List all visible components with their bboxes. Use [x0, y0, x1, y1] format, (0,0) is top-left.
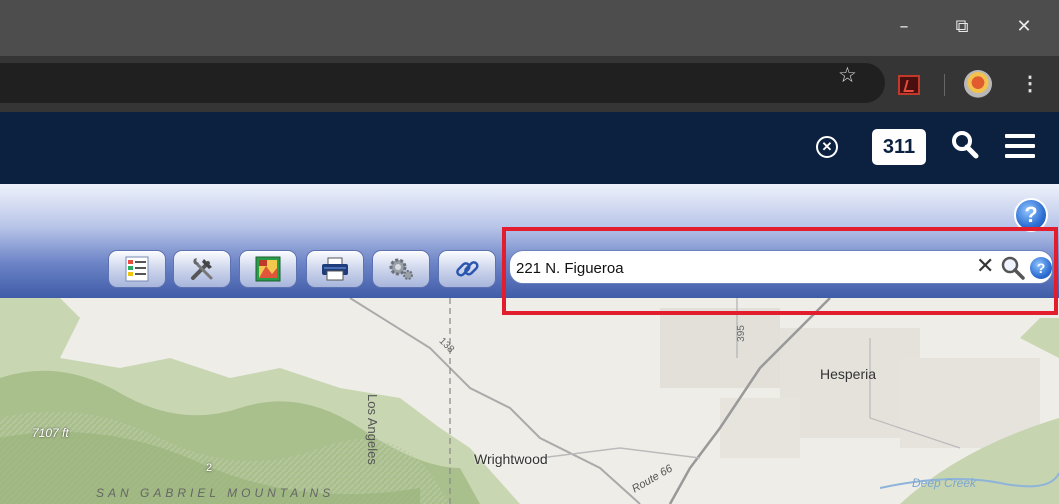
basemap-button[interactable]	[239, 250, 297, 288]
window-minimize-button[interactable]: –	[884, 12, 924, 42]
browser-titlebar: – ⧉ ✕	[0, 0, 1059, 56]
search-help-icon[interactable]: ?	[1030, 257, 1052, 279]
window-close-button[interactable]: ✕	[1004, 12, 1044, 42]
clear-circle-button[interactable]: ✕	[816, 136, 838, 158]
county-label: Los Angeles	[365, 394, 380, 465]
tools-icon	[191, 258, 213, 280]
browser-toolbar: ☆ ⋮	[0, 56, 1059, 112]
layers-list-button[interactable]	[108, 250, 166, 288]
badge-311-button[interactable]: 311	[872, 129, 926, 165]
pdf-extension-icon[interactable]	[898, 75, 920, 95]
site-header: ✕ 311	[0, 112, 1059, 184]
hamburger-menu-icon[interactable]	[1005, 134, 1035, 160]
map-canvas[interactable]: 7107 ft SAN GABRIEL MOUNTAINS Wrightwood…	[0, 298, 1059, 504]
address-search-input[interactable]	[516, 256, 956, 280]
window-restore-button[interactable]: ⧉	[942, 12, 982, 42]
profile-seal-icon[interactable]	[964, 70, 992, 98]
town-label-hesperia: Hesperia	[820, 366, 877, 382]
map-toolbar: ? 221 N. Figueroa ✕ ?	[0, 184, 1059, 298]
link-icon	[456, 261, 479, 277]
clear-search-button[interactable]: ✕	[976, 254, 994, 280]
mountain-range-label: SAN GABRIEL MOUNTAINS	[96, 486, 335, 500]
address-search-box: ✕ ?	[509, 250, 1053, 284]
toolbar-divider	[944, 74, 945, 96]
search-icon[interactable]	[1000, 255, 1026, 281]
print-button[interactable]	[306, 250, 364, 288]
creek-label: Deep Creek	[912, 476, 977, 490]
town-label-wrightwood: Wrightwood	[474, 451, 548, 467]
layers-list-icon	[125, 256, 149, 282]
print-icon	[322, 257, 348, 281]
highway-395-label: 395	[735, 325, 747, 342]
kebab-menu-icon[interactable]: ⋮	[1020, 70, 1040, 98]
elevation-label: 7107 ft	[32, 426, 69, 440]
basemap-icon	[255, 256, 281, 282]
tools-button[interactable]	[173, 250, 231, 288]
search-icon[interactable]	[948, 128, 984, 164]
star-icon[interactable]: ☆	[838, 63, 857, 87]
map-terrain	[0, 298, 1059, 504]
settings-icon	[389, 258, 413, 280]
address-bar[interactable]	[0, 63, 885, 103]
highway-2-label: 2	[206, 462, 213, 474]
settings-button[interactable]	[372, 250, 430, 288]
help-icon[interactable]: ?	[1014, 198, 1048, 232]
link-button[interactable]	[438, 250, 496, 288]
